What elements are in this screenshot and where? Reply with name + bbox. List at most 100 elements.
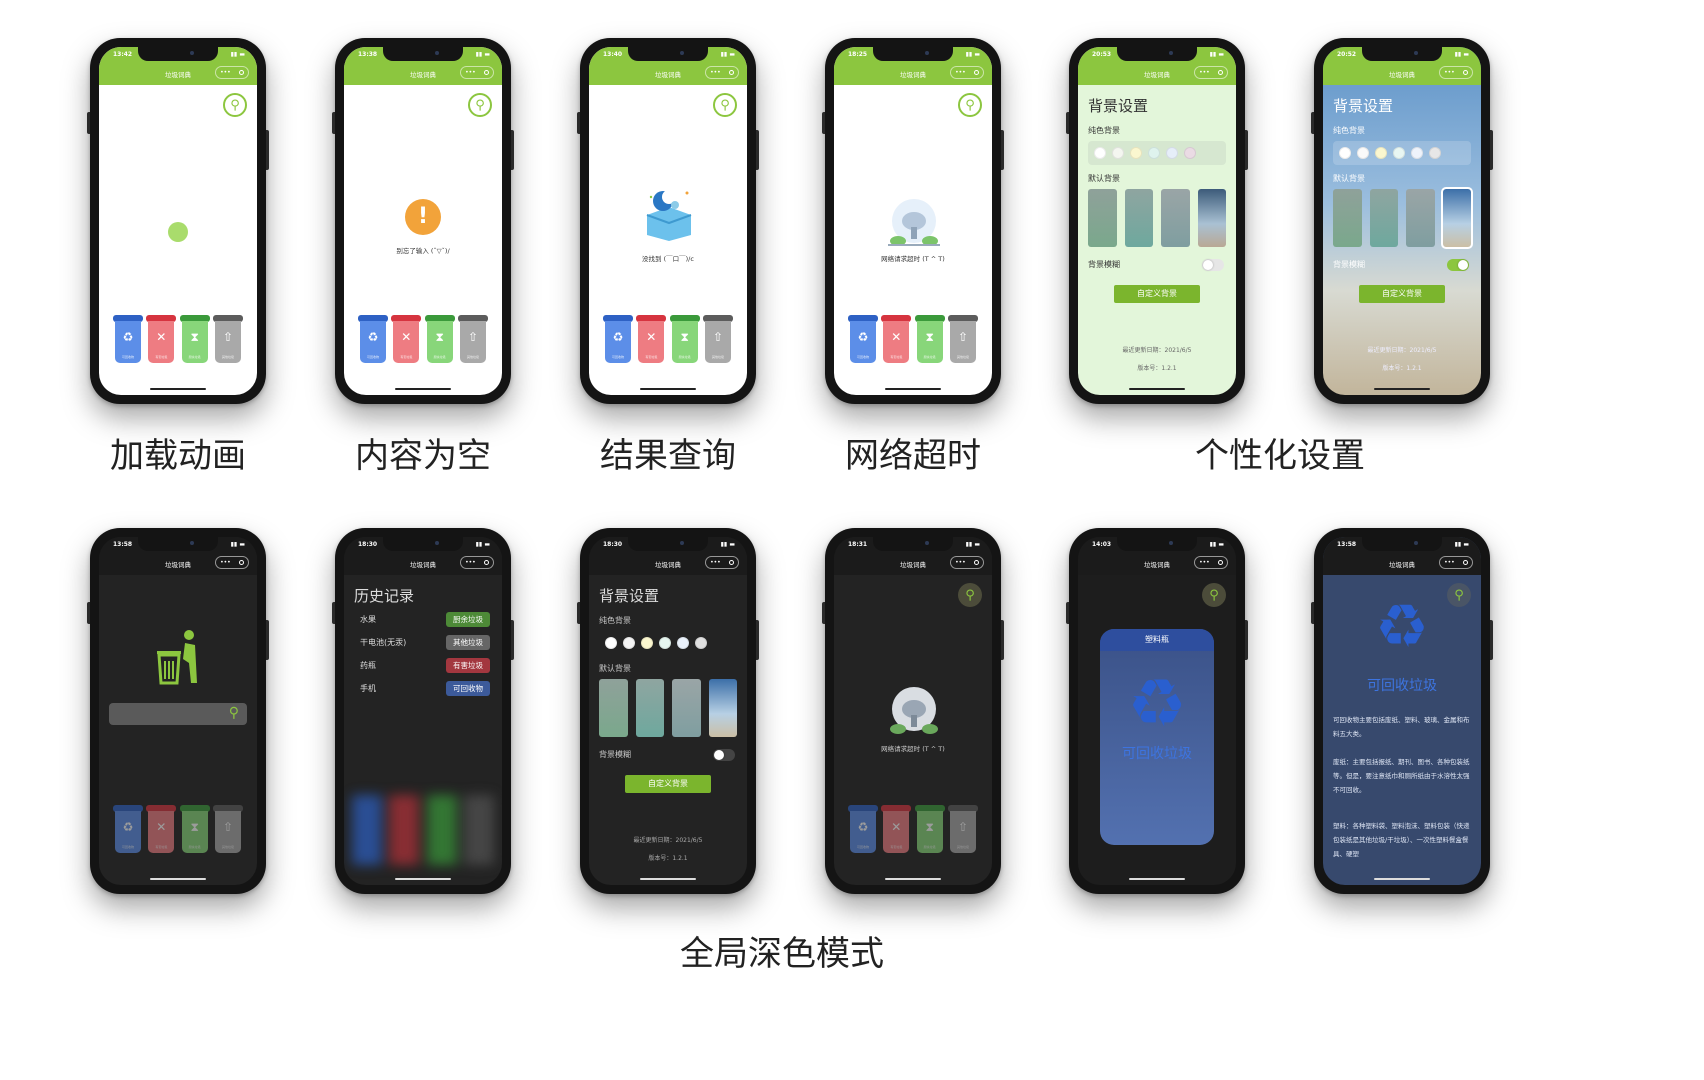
more-icon[interactable]: ••• — [1444, 69, 1455, 76]
swatch[interactable] — [695, 637, 707, 649]
bin-kitchen[interactable]: ⧗ 厨余垃圾 — [179, 805, 210, 853]
bg-thumb[interactable] — [635, 679, 664, 737]
close-icon[interactable] — [1217, 560, 1223, 565]
bg-thumb[interactable] — [1406, 189, 1435, 247]
bin-other[interactable]: ⇧ 其他垃圾 — [702, 315, 733, 363]
capsule-menu[interactable]: ••• — [950, 66, 984, 79]
more-icon[interactable]: ••• — [1444, 559, 1455, 566]
more-icon[interactable]: ••• — [955, 69, 966, 76]
capsule-menu[interactable]: ••• — [950, 556, 984, 569]
bin-other[interactable]: ⇧ 其他垃圾 — [947, 805, 978, 853]
more-icon[interactable]: ••• — [710, 69, 721, 76]
swatch[interactable] — [1411, 147, 1423, 159]
bin-hazardous[interactable]: ✕ 有害垃圾 — [881, 805, 912, 853]
more-icon[interactable]: ••• — [1199, 559, 1210, 566]
bin-recyclable[interactable]: ♻ 可回收物 — [848, 315, 878, 363]
close-icon[interactable] — [1217, 70, 1223, 75]
history-item[interactable]: 手机 可回收物 — [360, 680, 490, 696]
bin-hazardous[interactable]: ✕ 有害垃圾 — [881, 315, 912, 363]
close-icon[interactable] — [238, 560, 244, 565]
bin-kitchen[interactable]: ⧗ 厨余垃圾 — [179, 315, 210, 363]
bg-thumb[interactable] — [1124, 189, 1153, 247]
blur-toggle[interactable] — [1202, 259, 1224, 271]
bin-other[interactable]: ⇧ 其他垃圾 — [457, 315, 488, 363]
blur-toggle[interactable] — [713, 749, 735, 761]
close-icon[interactable] — [1462, 70, 1468, 75]
bg-thumb[interactable] — [1088, 189, 1117, 247]
bin-other[interactable]: ⇧ 其他垃圾 — [947, 315, 978, 363]
swatch[interactable] — [1339, 147, 1351, 159]
bin-kitchen[interactable]: ⧗ 厨余垃圾 — [914, 805, 945, 853]
more-icon[interactable]: ••• — [465, 559, 476, 566]
more-icon[interactable]: ••• — [955, 559, 966, 566]
swatch[interactable] — [677, 637, 689, 649]
search-icon[interactable]: ⚲ — [223, 93, 247, 117]
bin-hazardous[interactable]: ✕ 有害垃圾 — [636, 315, 667, 363]
capsule-menu[interactable]: ••• — [1194, 66, 1228, 79]
close-icon[interactable] — [238, 70, 244, 75]
close-icon[interactable] — [973, 560, 979, 565]
search-icon[interactable]: ⚲ — [713, 93, 737, 117]
swatch[interactable] — [1166, 147, 1178, 159]
swatch[interactable] — [1148, 147, 1160, 159]
more-icon[interactable]: ••• — [1199, 69, 1210, 76]
blur-toggle[interactable] — [1447, 259, 1469, 271]
capsule-menu[interactable]: ••• — [460, 556, 494, 569]
custom-bg-button[interactable]: 自定义背景 — [1114, 285, 1200, 303]
close-icon[interactable] — [1462, 560, 1468, 565]
swatch[interactable] — [605, 637, 617, 649]
swatch[interactable] — [1375, 147, 1387, 159]
bin-kitchen[interactable]: ⧗ 厨余垃圾 — [914, 315, 945, 363]
swatch[interactable] — [641, 637, 653, 649]
bin-other[interactable]: ⇧ 其他垃圾 — [212, 805, 243, 853]
search-icon[interactable]: ⚲ — [229, 705, 239, 721]
bin-hazardous[interactable]: ✕ 有害垃圾 — [146, 315, 177, 363]
more-icon[interactable]: ••• — [465, 69, 476, 76]
capsule-menu[interactable]: ••• — [705, 556, 739, 569]
custom-bg-button[interactable]: 自定义背景 — [625, 775, 711, 793]
bin-hazardous[interactable]: ✕ 有害垃圾 — [146, 805, 177, 853]
history-item[interactable]: 干电池(无汞) 其他垃圾 — [360, 634, 490, 650]
bg-thumb[interactable] — [672, 679, 701, 737]
bg-thumb-selected[interactable] — [1440, 187, 1473, 249]
bin-other[interactable]: ⇧ 其他垃圾 — [212, 315, 243, 363]
bg-thumb[interactable] — [599, 679, 628, 737]
bin-recyclable[interactable]: ♻ 可回收物 — [848, 805, 878, 853]
capsule-menu[interactable]: ••• — [215, 556, 249, 569]
capsule-menu[interactable]: ••• — [1439, 66, 1473, 79]
swatch[interactable] — [1429, 147, 1441, 159]
bin-recyclable[interactable]: ♻ 可回收物 — [113, 805, 143, 853]
search-icon[interactable]: ⚲ — [958, 583, 982, 607]
capsule-menu[interactable]: ••• — [1194, 556, 1228, 569]
capsule-menu[interactable]: ••• — [215, 66, 249, 79]
result-card[interactable]: 塑料瓶 ♻ 可回收垃圾 — [1100, 629, 1214, 845]
search-icon[interactable]: ⚲ — [468, 93, 492, 117]
more-icon[interactable]: ••• — [220, 69, 231, 76]
swatch[interactable] — [623, 637, 635, 649]
search-input[interactable] — [109, 703, 247, 725]
swatch[interactable] — [1130, 147, 1142, 159]
bin-kitchen[interactable]: ⧗ 厨余垃圾 — [424, 315, 455, 363]
custom-bg-button[interactable]: 自定义背景 — [1359, 285, 1445, 303]
swatch[interactable] — [1357, 147, 1369, 159]
bin-kitchen[interactable]: ⧗ 厨余垃圾 — [669, 315, 700, 363]
swatch[interactable] — [659, 637, 671, 649]
close-icon[interactable] — [483, 70, 489, 75]
bin-recyclable[interactable]: ♻ 可回收物 — [358, 315, 388, 363]
search-icon[interactable]: ⚲ — [958, 93, 982, 117]
close-icon[interactable] — [483, 560, 489, 565]
close-icon[interactable] — [973, 70, 979, 75]
more-icon[interactable]: ••• — [220, 559, 231, 566]
history-item[interactable]: 水果 厨余垃圾 — [360, 611, 490, 627]
bin-recyclable[interactable]: ♻ 可回收物 — [603, 315, 633, 363]
capsule-menu[interactable]: ••• — [460, 66, 494, 79]
bg-thumb[interactable] — [1369, 189, 1398, 247]
bg-thumb[interactable] — [708, 679, 737, 737]
bin-hazardous[interactable]: ✕ 有害垃圾 — [391, 315, 422, 363]
swatch[interactable] — [1094, 147, 1106, 159]
bin-recyclable[interactable]: ♻ 可回收物 — [113, 315, 143, 363]
bg-thumb[interactable] — [1197, 189, 1226, 247]
more-icon[interactable]: ••• — [710, 559, 721, 566]
close-icon[interactable] — [728, 560, 734, 565]
search-icon[interactable]: ⚲ — [1202, 583, 1226, 607]
